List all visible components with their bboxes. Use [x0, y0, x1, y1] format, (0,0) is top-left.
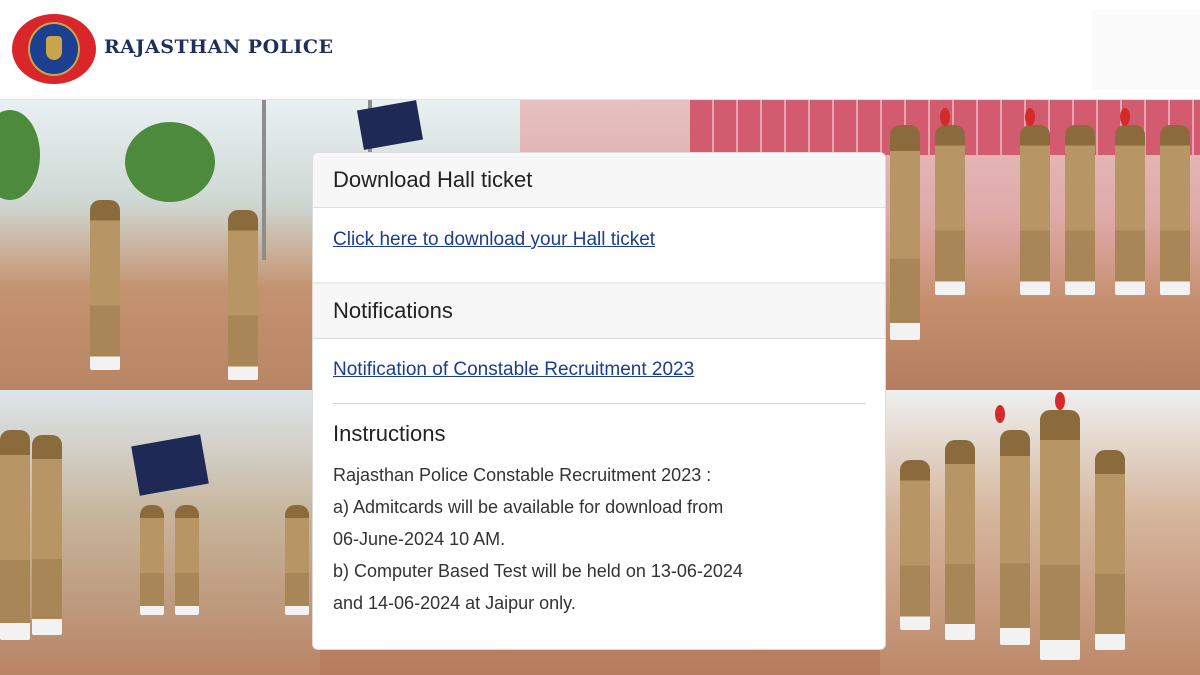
logo-inner-circle [28, 22, 80, 76]
instruction-line: 06-June-2024 10 AM. [333, 529, 506, 549]
hall-ticket-header: Download Hall ticket [313, 153, 885, 208]
instructions-title: Instructions [333, 421, 446, 446]
notifications-title: Notifications [333, 298, 453, 323]
parade-photo-women-salute [880, 390, 1200, 675]
hall-ticket-title: Download Hall ticket [333, 167, 533, 192]
instruction-line: b) Computer Based Test will be held on 1… [333, 561, 743, 581]
instruction-line: and 14-06-2024 at Jaipur only. [333, 593, 576, 613]
info-card: Download Hall ticket Click here to downl… [312, 152, 886, 650]
header-right-area [1092, 10, 1200, 90]
site-header: RAJASTHAN POLICE [0, 0, 1200, 100]
instructions-body: Rajasthan Police Constable Recruitment 2… [333, 459, 873, 619]
logo-emblem-shape [46, 36, 62, 60]
constable-notification-link[interactable]: Notification of Constable Recruitment 20… [333, 359, 694, 381]
instruction-line: a) Admitcards will be available for down… [333, 497, 724, 517]
brand-title[interactable]: RAJASTHAN POLICE [104, 36, 334, 58]
rajasthan-police-emblem-icon[interactable] [12, 14, 96, 84]
parade-photo-banner [0, 390, 320, 675]
instruction-line: Rajasthan Police Constable Recruitment 2… [333, 465, 712, 485]
notifications-header: Notifications [313, 284, 885, 339]
horizontal-rule [333, 403, 866, 404]
download-hall-ticket-link[interactable]: Click here to download your Hall ticket [333, 229, 655, 251]
